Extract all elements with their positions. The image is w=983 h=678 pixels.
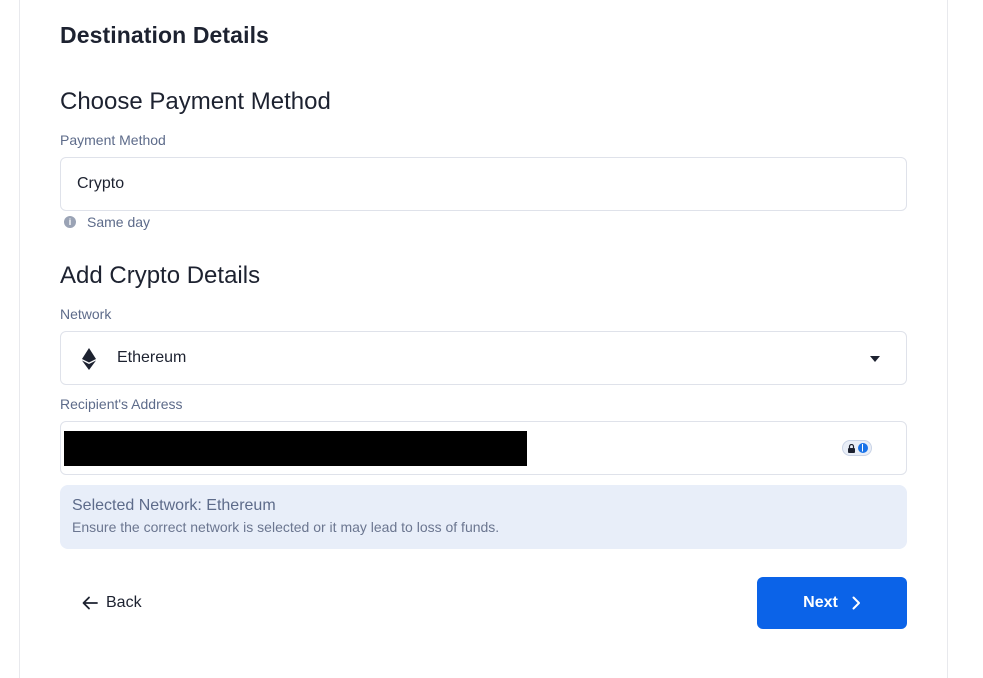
recipient-address-input[interactable]: | — [60, 421, 907, 475]
payment-method-field[interactable]: Crypto — [60, 157, 907, 211]
password-manager-icon[interactable]: | — [842, 440, 872, 456]
chevron-right-icon — [852, 596, 860, 610]
chevron-down-icon — [870, 356, 880, 362]
network-notice: Selected Network: Ethereum Ensure the co… — [60, 485, 907, 549]
notice-title: Selected Network: Ethereum — [72, 497, 276, 514]
info-icon: i — [64, 216, 76, 228]
payment-method-heading: Choose Payment Method — [60, 88, 331, 115]
crypto-details-heading: Add Crypto Details — [60, 262, 261, 289]
form-card: Destination Details Choose Payment Metho… — [19, 0, 948, 678]
payment-method-label: Payment Method — [60, 132, 166, 148]
back-label: Back — [106, 594, 142, 611]
network-value: Ethereum — [117, 349, 187, 366]
hint-text: Same day — [87, 214, 151, 230]
lock-icon — [847, 443, 855, 453]
arrow-left-icon — [82, 596, 98, 610]
ethereum-icon — [82, 348, 96, 370]
notice-text: Ensure the correct network is selected o… — [72, 519, 500, 535]
key-icon: | — [857, 443, 868, 453]
next-label: Next — [803, 594, 838, 611]
page-title: Destination Details — [60, 22, 269, 48]
payment-method-value: Crypto — [77, 175, 125, 192]
back-button[interactable]: Back — [82, 590, 142, 616]
payment-method-hint: i Same day — [64, 214, 150, 230]
network-select[interactable]: Ethereum — [60, 331, 907, 385]
next-button[interactable]: Next — [757, 577, 907, 629]
redacted-address — [64, 431, 527, 466]
recipient-address-label: Recipient's Address — [60, 396, 183, 412]
network-label: Network — [60, 306, 112, 322]
